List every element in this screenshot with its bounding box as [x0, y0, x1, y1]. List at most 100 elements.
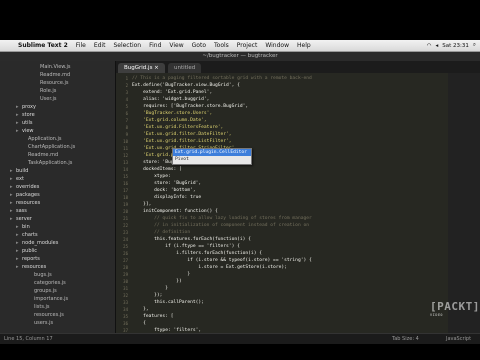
sidebar-file[interactable]: User.js	[34, 95, 57, 103]
sidebar-folder[interactable]: ▸ reports	[16, 255, 40, 263]
code-line[interactable]: i.filters.forEach(function(i) {	[132, 250, 262, 257]
sidebar-folder[interactable]: ▸ build	[10, 167, 28, 175]
sidebar-folder[interactable]: ▸ public	[16, 247, 37, 255]
autocomplete-popup[interactable]: Ext.grid.plugin.CellEditor Pivot	[172, 148, 252, 165]
sidebar-file[interactable]: users.js	[28, 319, 53, 327]
sidebar-file[interactable]: lists.js	[28, 303, 50, 311]
sidebar-file[interactable]: Resource.js	[34, 79, 69, 87]
code-line[interactable]: this.features.forEach(function(i) {	[132, 236, 251, 243]
sidebar-file[interactable]: Readme.md	[34, 71, 70, 79]
code-line[interactable]: }	[132, 285, 168, 292]
code-line[interactable]: });	[132, 292, 162, 299]
code-line[interactable]: // definition	[132, 229, 190, 236]
sidebar-folder[interactable]: ▸ store	[16, 111, 35, 119]
sidebar-folder[interactable]: ▸ view	[16, 127, 34, 135]
code-line[interactable]: xtype:	[132, 173, 171, 180]
sidebar-folder[interactable]: ▸ ext	[10, 175, 24, 183]
sidebar-file[interactable]: TaskApplication.js	[22, 159, 72, 167]
code-line[interactable]: },	[132, 306, 149, 313]
sidebar-file-tree[interactable]: Main.View.js Readme.md Resource.js Role.js U…	[0, 61, 116, 333]
autocomplete-option[interactable]: Ext.grid.plugin.CellEditor	[173, 149, 251, 156]
code-line[interactable]: // This is a paging filtered sortable gr…	[132, 75, 312, 82]
line-number: 34	[123, 307, 128, 312]
code-line[interactable]: displayInfo: true	[132, 194, 201, 201]
code-line[interactable]: requires: ['BugTracker.store.BugGrid',	[132, 103, 248, 110]
sidebar-folder[interactable]: ▸ sass	[10, 207, 27, 215]
sidebar-folder[interactable]: ▸ proxy	[16, 103, 36, 111]
wifi-icon[interactable]: ◠	[427, 43, 432, 49]
line-number: 9	[125, 132, 128, 137]
sidebar-item-label: groups.js	[34, 288, 57, 294]
menu-edit[interactable]: Edit	[90, 42, 110, 49]
tab-buggrid[interactable]: BugGrid.js ×	[118, 63, 165, 73]
sidebar-folder[interactable]: ▸ utils	[16, 119, 33, 127]
code-line[interactable]: store: 'BugGrid',	[132, 180, 201, 187]
code-line[interactable]: 'Ext.ux.grid.filter.ListFilter',	[132, 138, 232, 145]
sidebar-item-label: Role.js	[40, 88, 57, 94]
code-line[interactable]: dockedItems: [	[132, 166, 182, 173]
menu-project[interactable]: Project	[233, 42, 262, 49]
code-line[interactable]: initComponent: function() {	[132, 208, 218, 215]
volume-icon[interactable]: ◂	[436, 43, 439, 49]
code-line[interactable]: extend: 'Ext.grid.Panel',	[132, 89, 212, 96]
menu-goto[interactable]: Goto	[188, 42, 210, 49]
code-line[interactable]: 'Ext.grid.column.Date',	[132, 117, 207, 124]
minimap[interactable]	[448, 73, 480, 333]
sidebar-file[interactable]: Application.js	[22, 135, 62, 143]
sidebar-file[interactable]: ChartApplication.js	[22, 143, 75, 151]
line-number: 3	[125, 90, 128, 95]
sidebar-file[interactable]: Main.View.js	[34, 63, 71, 71]
sidebar-folder[interactable]: ▸ bin	[16, 223, 30, 231]
code-line[interactable]: if (i.ftype == 'filters') {	[132, 243, 240, 250]
menu-find[interactable]: Find	[145, 42, 165, 49]
code-line[interactable]: // in initialization of component instea…	[132, 222, 309, 229]
menu-file[interactable]: File	[72, 42, 90, 49]
sidebar-file[interactable]: importance.js	[28, 295, 68, 303]
sidebar-file[interactable]: groups.js	[28, 287, 57, 295]
menu-view[interactable]: View	[165, 42, 187, 49]
sidebar-file[interactable]: Readme.md	[22, 151, 58, 159]
code-line[interactable]: // quick fix to allow lazy loading of st…	[132, 215, 312, 222]
code-line[interactable]: 'Ext.ux.grid.filter.DateFilter',	[132, 131, 232, 138]
code-line[interactable]: i.store = Ext.getStore(i.store);	[132, 264, 287, 271]
sidebar-file[interactable]: resources.js	[28, 311, 64, 319]
menu-help[interactable]: Help	[293, 42, 315, 49]
sidebar-folder[interactable]: ▸ charts	[16, 231, 38, 239]
line-number: 27	[123, 258, 128, 263]
code-line[interactable]: features: [	[132, 313, 173, 320]
code-line[interactable]: }],	[132, 201, 151, 208]
sidebar-folder[interactable]: ▸ resources	[16, 263, 46, 271]
code-line[interactable]: alias: 'widget.buggrid',	[132, 96, 209, 103]
code-line[interactable]: })	[132, 278, 182, 285]
code-line[interactable]: this.callParent();	[132, 299, 204, 306]
menu-app-name[interactable]: Sublime Text 2	[14, 42, 72, 49]
sidebar-file[interactable]: bugs.js	[28, 271, 52, 279]
search-icon[interactable]: ⌕	[473, 42, 476, 49]
sidebar-folder[interactable]: ▸ resources	[10, 199, 40, 207]
code-line[interactable]: dock: 'bottom',	[132, 187, 196, 194]
code-line[interactable]: }	[132, 271, 190, 278]
sidebar-item-label: proxy	[22, 104, 36, 110]
sidebar-item-label: packages	[16, 192, 40, 198]
code-line[interactable]: Ext.define('BugTracker.view.BugGrid', {	[132, 82, 240, 89]
sidebar-folder[interactable]: ▸ node_modules	[16, 239, 58, 247]
menu-tools[interactable]: Tools	[210, 42, 233, 49]
code-line[interactable]: store: 'Bug	[132, 159, 173, 166]
sidebar-folder[interactable]: ▸ packages	[10, 191, 40, 199]
code-line[interactable]: {	[132, 320, 146, 327]
sidebar-item-label: ext	[16, 176, 24, 182]
menu-window[interactable]: Window	[261, 42, 293, 49]
autocomplete-option[interactable]: Pivot	[173, 156, 251, 163]
code-line[interactable]: if (i.store && typeof(i.store) == 'strin…	[132, 257, 311, 264]
sidebar-folder[interactable]: ▸ overrides	[10, 183, 39, 191]
menu-selection[interactable]: Selection	[109, 42, 145, 49]
sidebar-item-label: charts	[22, 232, 38, 238]
code-editor[interactable]: 1 // This is a paging filtered sortable g…	[116, 73, 480, 333]
code-line[interactable]: 'Ext.ux.grid.FiltersFeature',	[132, 124, 223, 131]
tab-untitled[interactable]: untitled	[168, 63, 202, 73]
sidebar-file[interactable]: Role.js	[34, 87, 56, 95]
sidebar-file[interactable]: categories.js	[28, 279, 66, 287]
menubar-clock[interactable]: Sat 23:31	[442, 43, 469, 49]
sidebar-folder[interactable]: ▸ server	[10, 215, 32, 223]
code-line[interactable]: 'BugTracker.store.Users',	[132, 110, 212, 117]
